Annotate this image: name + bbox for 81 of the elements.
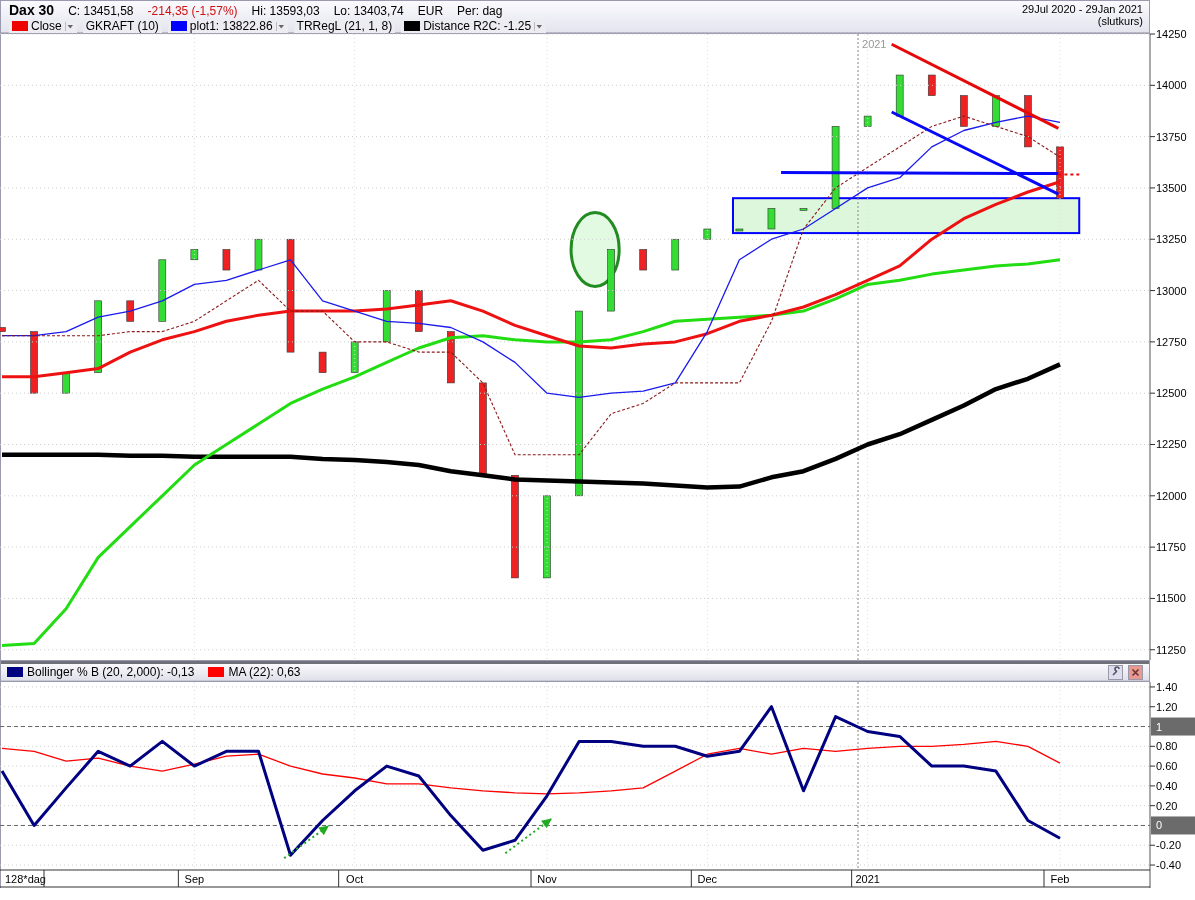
candle	[30, 331, 38, 394]
candle	[158, 259, 167, 322]
quote-value: EUR	[417, 4, 444, 18]
dropdown-caret-icon[interactable]	[534, 21, 544, 31]
candle	[254, 238, 263, 271]
candle	[927, 74, 936, 96]
arrow-drawing	[283, 824, 330, 860]
candle	[62, 372, 70, 394]
price-axis-label: 13250	[1156, 233, 1187, 246]
date-axis-label: 2021	[855, 873, 880, 885]
price-axis-label: 13000	[1156, 284, 1187, 297]
price-axis-label: 13500	[1156, 181, 1187, 194]
candle	[671, 238, 680, 271]
candle	[607, 249, 615, 312]
indicator-axis-label: 0.40	[1156, 779, 1178, 792]
price-axis-label: 11250	[1156, 643, 1186, 656]
legend-label[interactable]: Distance R2C: -1.25	[423, 19, 532, 33]
arrow-drawing	[504, 817, 553, 855]
price-axis-label: 14250	[1156, 28, 1187, 40]
quote-value: -214,35 (-1,57%)	[147, 4, 238, 18]
price-axis-label: 12000	[1156, 489, 1187, 502]
reference-level-label: 0	[1156, 819, 1163, 832]
candle	[639, 249, 647, 271]
candle	[1024, 95, 1032, 148]
indicator-axis-label: 0.80	[1156, 740, 1178, 753]
date-axis-label: Feb	[1050, 873, 1070, 885]
candle	[1056, 146, 1064, 199]
legend-label: Bollinger % B (20, 2,000): -0,13	[27, 665, 195, 679]
dropdown-caret-icon[interactable]	[64, 21, 74, 31]
price-axis-label: 13750	[1156, 130, 1187, 143]
date-axis-label: Sep	[184, 873, 205, 885]
candle	[447, 331, 455, 384]
candle	[703, 228, 712, 240]
legend-label[interactable]: plot1: 13822.86	[189, 19, 273, 33]
instrument-title: Dax 30	[9, 2, 55, 18]
candle	[382, 290, 391, 343]
close-icon[interactable]	[1128, 664, 1143, 680]
candle	[863, 115, 872, 127]
indicator-axis-label: 0.60	[1156, 760, 1178, 773]
settings-icon[interactable]	[1108, 664, 1123, 680]
price-axis-label: 12500	[1156, 387, 1187, 400]
indicator-axis-label: -0.40	[1156, 859, 1182, 872]
price-axis-label: 11500	[1156, 592, 1186, 605]
price-basis: (slutkurs)	[1097, 15, 1143, 27]
price-axis-label: 11750	[1156, 541, 1186, 554]
candle	[799, 208, 808, 211]
indicator-axis-label: 1.40	[1156, 680, 1178, 693]
quote-value: Hi: 13593,03	[251, 4, 320, 18]
date-axis-label: Nov	[537, 873, 557, 885]
price-axis-label: 12750	[1156, 335, 1187, 348]
candle	[960, 95, 968, 127]
year-marker-label: 2021	[862, 38, 887, 50]
indicator-axis-label: 1.20	[1156, 700, 1178, 713]
indicator-axis-label: 0.20	[1156, 799, 1178, 812]
dropdown-caret-icon[interactable]	[275, 21, 285, 31]
quote-value: C: 13451,58	[68, 4, 134, 18]
candle	[222, 249, 231, 271]
candle	[767, 208, 776, 230]
candle	[0, 327, 6, 332]
quote-value: Lo: 13403,74	[333, 4, 404, 18]
quote-value: Per: dag	[457, 4, 503, 18]
candle	[350, 341, 359, 373]
legend-label[interactable]: GKRAFT (10)	[85, 19, 159, 33]
price-axis-label: 12250	[1156, 438, 1187, 451]
candle	[895, 74, 904, 117]
candle	[415, 290, 423, 332]
reference-level-label: 1	[1156, 720, 1163, 733]
period-label: 128*dag	[5, 873, 46, 885]
date-axis-label: Dec	[697, 873, 718, 885]
legend-label[interactable]: TRRegL (21, 1, 8)	[296, 19, 393, 33]
legend-label[interactable]: Close	[31, 19, 62, 33]
legend-label: MA (22): 0,63	[228, 665, 301, 679]
candle	[735, 228, 744, 232]
price-axis-label: 14000	[1156, 79, 1187, 92]
candle	[318, 351, 327, 373]
candle	[126, 300, 135, 322]
indicator-axis-label: -0.20	[1156, 839, 1182, 852]
candle	[190, 249, 199, 261]
date-axis-label: Oct	[346, 873, 364, 885]
date-range: 29Jul 2020 - 29Jan 2021	[1021, 3, 1143, 15]
candle	[992, 95, 1000, 127]
